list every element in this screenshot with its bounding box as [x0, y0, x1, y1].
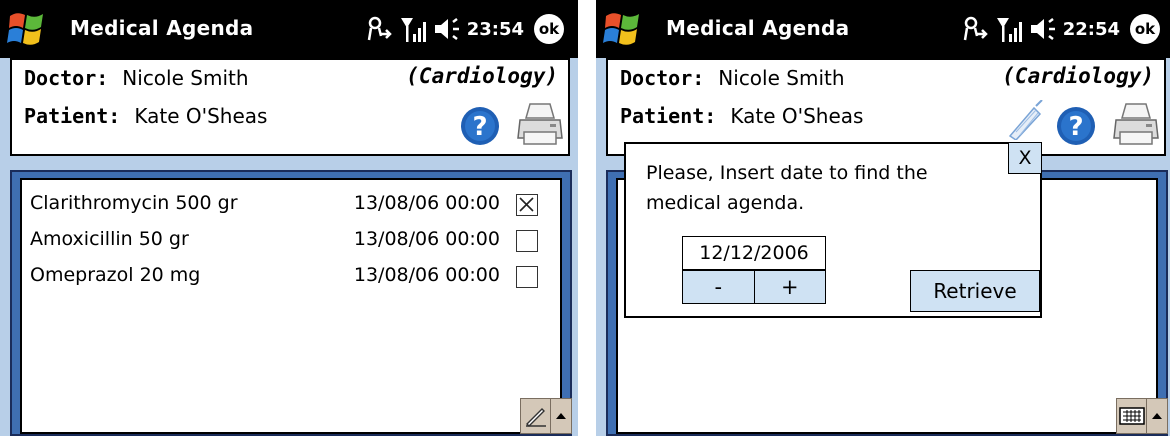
signal-strength-icon[interactable]	[399, 14, 427, 44]
connectivity-icon[interactable]	[961, 14, 989, 44]
svg-text:?: ?	[472, 112, 487, 142]
patient-label: Patient:	[620, 104, 717, 128]
medication-datetime: 13/08/06 00:00	[353, 192, 500, 214]
printer-icon[interactable]	[516, 102, 564, 148]
retrieve-button[interactable]: Retrieve	[910, 270, 1040, 312]
doctor-name: Nicole Smith	[122, 66, 249, 90]
status-area: 22:54 ok	[961, 12, 1160, 46]
patient-line: Patient: Kate O'Sheas	[620, 104, 863, 128]
input-panel-button[interactable]	[1116, 398, 1168, 434]
patient-header: Doctor: Nicole Smith (Cardiology) Patient…	[10, 58, 570, 156]
taken-checkbox[interactable]	[516, 266, 538, 288]
doctor-name: Nicole Smith	[718, 66, 845, 90]
taken-checkbox[interactable]	[516, 194, 538, 216]
chevron-up-icon[interactable]	[551, 411, 571, 421]
patient-label: Patient:	[24, 104, 121, 128]
windows-flag-icon[interactable]	[6, 8, 46, 50]
doctor-line: Doctor: Nicole Smith	[620, 66, 845, 90]
screen-date-dialog: Medical Agenda 22:54 ok Doctor: Nicole S…	[596, 0, 1170, 436]
doctor-label: Doctor:	[620, 66, 705, 90]
doctor-label: Doctor:	[24, 66, 109, 90]
app-title: Medical Agenda	[666, 16, 850, 40]
title-bar: Medical Agenda 23:54 ok	[0, 0, 578, 58]
medication-name: Omeprazol 20 mg	[30, 264, 201, 286]
svg-text:?: ?	[1068, 112, 1083, 142]
windows-flag-icon[interactable]	[602, 8, 642, 50]
medication-row[interactable]: Omeprazol 20 mg 13/08/06 00:00	[30, 262, 544, 292]
clock[interactable]: 22:54	[1063, 19, 1120, 40]
medication-name: Clarithromycin 500 gr	[30, 192, 238, 214]
medication-datetime: 13/08/06 00:00	[353, 228, 500, 250]
patient-line: Patient: Kate O'Sheas	[24, 104, 267, 128]
ok-button[interactable]: ok	[1130, 14, 1160, 44]
close-button[interactable]: X	[1008, 142, 1042, 174]
status-area: 23:54 ok	[365, 12, 564, 46]
connectivity-icon[interactable]	[365, 14, 393, 44]
volume-icon[interactable]	[433, 14, 461, 44]
medication-name: Amoxicillin 50 gr	[30, 228, 189, 250]
decrement-button[interactable]: -	[682, 270, 755, 304]
medication-datetime: 13/08/06 00:00	[353, 264, 500, 286]
help-icon[interactable]: ?	[460, 106, 500, 146]
specialty-label: (Cardiology)	[406, 64, 558, 88]
title-bar: Medical Agenda 22:54 ok	[596, 0, 1170, 58]
taken-checkbox[interactable]	[516, 230, 538, 252]
app-title: Medical Agenda	[70, 16, 254, 40]
medication-list: Clarithromycin 500 gr 13/08/06 00:00 Amo…	[20, 178, 562, 434]
medication-row[interactable]: Clarithromycin 500 gr 13/08/06 00:00	[30, 190, 544, 220]
medication-row[interactable]: Amoxicillin 50 gr 13/08/06 00:00	[30, 226, 544, 256]
volume-icon[interactable]	[1029, 14, 1057, 44]
patient-name: Kate O'Sheas	[134, 104, 268, 128]
specialty-label: (Cardiology)	[1002, 64, 1154, 88]
signal-strength-icon[interactable]	[995, 14, 1023, 44]
chevron-up-icon[interactable]	[1147, 411, 1167, 421]
ok-button[interactable]: ok	[534, 14, 564, 44]
screen-medication-list: Medical Agenda 23:54 ok Doctor: Nicole S…	[0, 0, 578, 436]
keyboard-icon[interactable]	[1117, 399, 1147, 433]
input-panel-button[interactable]	[520, 398, 572, 434]
syringe-icon[interactable]	[1006, 100, 1044, 140]
date-dialog: X Please, Insert date to find the medica…	[624, 142, 1042, 318]
printer-icon[interactable]	[1112, 102, 1160, 148]
clock[interactable]: 23:54	[467, 19, 524, 40]
dialog-message: Please, Insert date to find the medical …	[646, 162, 928, 214]
increment-button[interactable]: +	[754, 270, 826, 304]
date-field[interactable]: 12/12/2006	[682, 236, 826, 270]
medication-list-frame: Clarithromycin 500 gr 13/08/06 00:00 Amo…	[10, 170, 572, 436]
patient-name: Kate O'Sheas	[730, 104, 864, 128]
pen-input-icon[interactable]	[521, 399, 551, 433]
help-icon[interactable]: ?	[1056, 106, 1096, 146]
date-stepper: - +	[682, 270, 826, 304]
doctor-line: Doctor: Nicole Smith	[24, 66, 249, 90]
